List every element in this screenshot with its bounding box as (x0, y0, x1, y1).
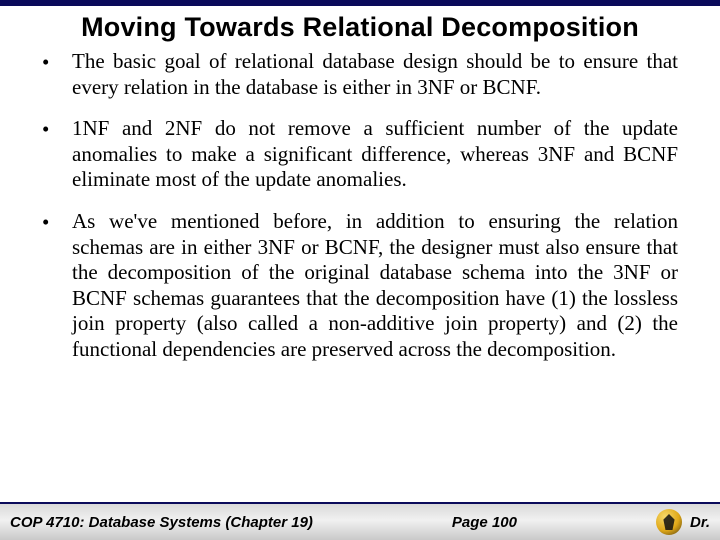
footer-course: COP 4710: Database Systems (Chapter 19) (10, 514, 313, 531)
bullet-marker: • (42, 116, 72, 142)
bullet-marker: • (42, 209, 72, 235)
ucf-logo-icon (656, 509, 682, 535)
slide-title: Moving Towards Relational Decomposition (0, 6, 720, 45)
bullet-text: The basic goal of relational database de… (72, 49, 678, 100)
bullet-text: As we've mentioned before, in addition t… (72, 209, 678, 363)
bullet-text: 1NF and 2NF do not remove a sufficient n… (72, 116, 678, 193)
footer-page: Page 100 (313, 514, 656, 531)
bullet-item: • 1NF and 2NF do not remove a sufficient… (42, 116, 678, 193)
bullet-marker: • (42, 49, 72, 75)
bullet-item: • The basic goal of relational database … (42, 49, 678, 100)
slide-footer: COP 4710: Database Systems (Chapter 19) … (0, 502, 720, 540)
slide-body: • The basic goal of relational database … (0, 45, 720, 363)
bullet-item: • As we've mentioned before, in addition… (42, 209, 678, 363)
footer-author: Dr. (690, 514, 710, 531)
